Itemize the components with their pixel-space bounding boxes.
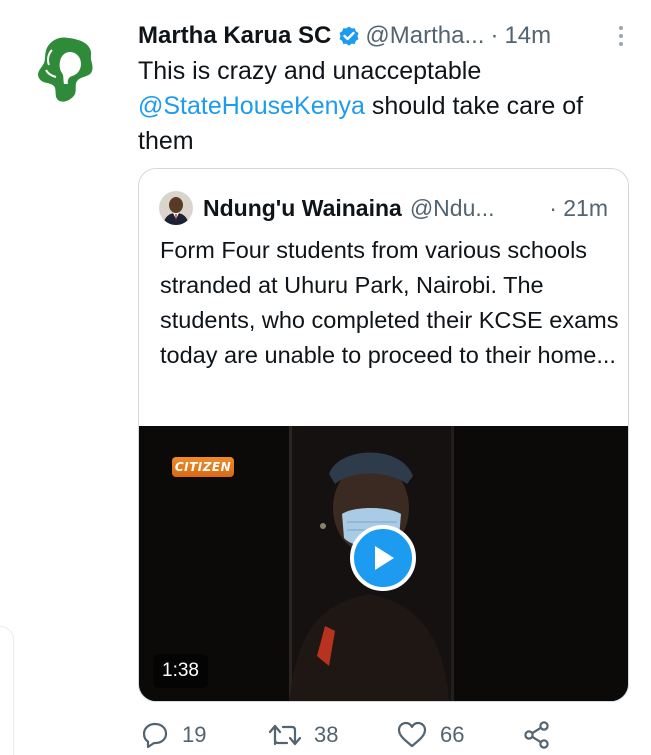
citizen-tv-logo: CITIZEN	[172, 457, 234, 477]
quoted-tweet-header: Ndung'u Wainaina @Ndu... · 21m	[159, 191, 608, 225]
reply-button[interactable]: 19	[140, 718, 206, 752]
share-icon	[524, 721, 549, 749]
play-icon[interactable]	[350, 525, 416, 591]
retweet-count: 38	[314, 722, 339, 747]
tweet-header: Martha Karua SC @Martha... · 14m	[138, 20, 631, 52]
like-button[interactable]: 66	[396, 718, 464, 752]
retweet-button[interactable]: 38	[268, 718, 338, 752]
retweet-icon	[268, 724, 302, 746]
adjacent-card-edge	[0, 626, 14, 755]
tweet-view: Martha Karua SC @Martha... · 14m This is…	[0, 0, 651, 755]
quoted-tweet-text: Form Four students from various schools …	[160, 237, 619, 368]
quoted-tweet-card[interactable]: Ndung'u Wainaina @Ndu... · 21m Form Four…	[138, 168, 629, 702]
tweet-time-separator: ·	[490, 22, 499, 49]
quoted-tweet-time: · 21m	[549, 194, 608, 221]
reply-icon	[142, 722, 168, 749]
reply-count: 19	[182, 722, 207, 747]
share-button[interactable]	[522, 718, 552, 752]
quoted-author-avatar	[159, 191, 193, 225]
more-icon[interactable]	[611, 22, 631, 50]
author-handle[interactable]: @Martha...	[365, 22, 484, 50]
tweet-time[interactable]: 14m	[504, 22, 551, 50]
author-avatar[interactable]	[30, 30, 106, 106]
tweet-text-part1: This is crazy and unacceptable	[138, 57, 482, 85]
video-duration: 1:38	[153, 654, 208, 688]
heart-icon	[397, 721, 427, 748]
verified-badge-icon	[339, 26, 359, 46]
like-count: 66	[440, 722, 465, 747]
video-player[interactable]: CITIZEN 1:38	[139, 426, 628, 701]
mention-link[interactable]: @StateHouseKenya	[138, 92, 365, 120]
tweet-action-bar: 19 38 66	[138, 718, 618, 752]
tweet-text: This is crazy and unacceptable @StateHou…	[138, 54, 628, 159]
quoted-author-handle: @Ndu...	[409, 194, 495, 221]
quoted-author-name: Ndung'u Wainaina	[203, 194, 402, 221]
author-name[interactable]: Martha Karua SC	[138, 22, 331, 50]
